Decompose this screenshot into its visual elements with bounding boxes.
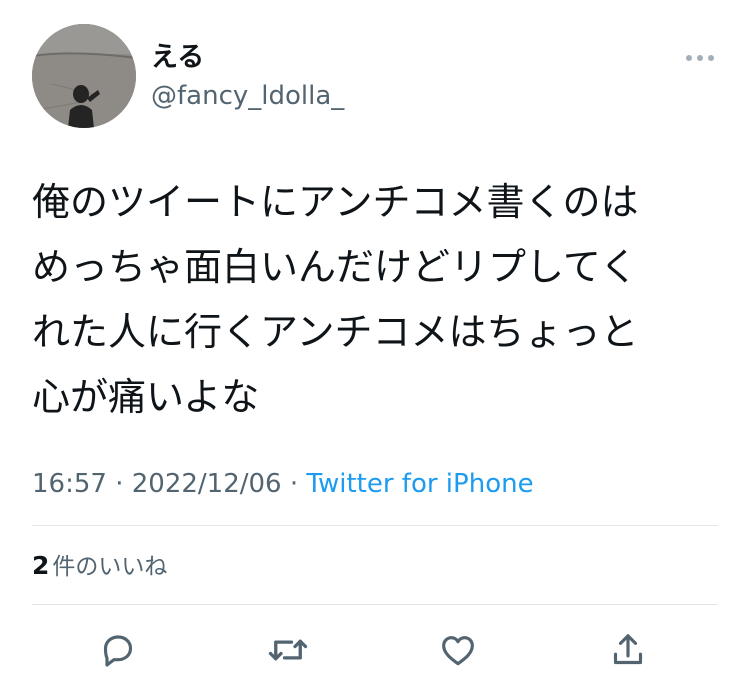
display-name[interactable]: える [151,40,204,76]
retweet-icon [268,639,308,661]
avatar[interactable] [32,24,136,128]
meta-separator: · [281,469,307,499]
retweet-button[interactable] [266,628,310,672]
tweet-source-link[interactable]: Twitter for iPhone [306,469,533,499]
user-handle[interactable]: @fancy_ldolla_ [151,79,344,113]
like-button[interactable] [436,628,480,672]
reply-button[interactable] [96,628,140,672]
reply-icon [103,635,133,667]
likes-stat[interactable]: 2 件のいいね [32,548,167,585]
tweet-line: めっちゃ面白いんだけどリプしてく [32,245,638,289]
divider [32,604,718,605]
tweet-text: 俺のツイートにアンチコメ書くのは めっちゃ面白いんだけどリプしてく れた人に行く… [32,170,712,430]
meta-separator: · [106,469,132,499]
share-icon [613,634,643,665]
divider [32,525,718,526]
more-options-icon[interactable] [680,46,720,70]
tweet-line: 心が痛いよな [32,375,260,419]
likes-count: 2 [32,551,50,580]
profile-photo-icon [32,24,136,128]
tweet-line: れた人に行くアンチコメはちょっと [32,310,639,354]
share-button[interactable] [606,628,650,672]
heart-icon [442,636,474,666]
tweet-date[interactable]: 2022/12/06 [132,469,282,499]
tweet-time[interactable]: 16:57 [32,469,107,499]
tweet-line: 俺のツイートにアンチコメ書くのは [32,180,639,224]
likes-label: 件のいいね [52,554,168,580]
tweet-meta: 16:57 · 2022/12/06 · Twitter for iPhone [32,466,534,502]
